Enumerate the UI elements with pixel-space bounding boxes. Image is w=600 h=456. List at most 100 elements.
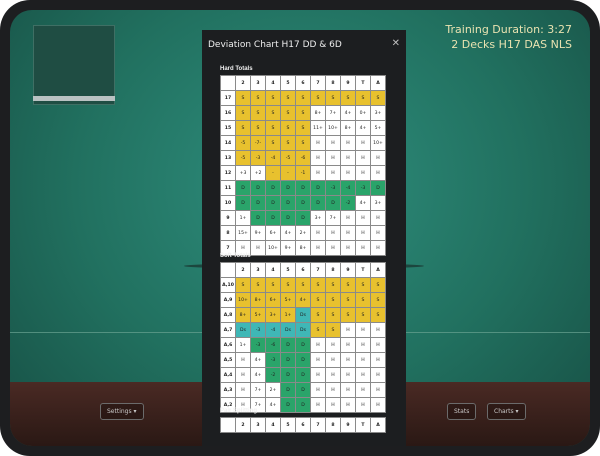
chart-cell: S — [325, 307, 341, 323]
chart-cell: -3 — [265, 352, 281, 368]
chart-cell: H — [370, 150, 386, 166]
chart-cell: S — [325, 292, 341, 308]
chart-cell: 4+ — [250, 352, 266, 368]
chart-cell: -4 — [265, 150, 281, 166]
pair-splitting-section: Pair Splitting 23456789TA — [220, 408, 386, 433]
chart-cell: H — [325, 367, 341, 383]
chart-cell: D — [250, 195, 266, 211]
table-header-row: 23456789TA — [220, 75, 386, 91]
header-cell: 8 — [325, 262, 341, 278]
chart-cell: Ds — [295, 307, 311, 323]
chart-cell: H — [370, 382, 386, 398]
chart-cell: H — [325, 225, 341, 241]
header-cell: 9 — [340, 75, 356, 91]
settings-button[interactable]: Settings ▾ — [100, 403, 144, 420]
chart-cell: S — [280, 90, 296, 106]
row-label: 16 — [220, 105, 236, 121]
table-row: A,7 Ds -3 -4 Ds Ds S S H H H — [220, 322, 386, 338]
chart-cell: -2 — [265, 367, 281, 383]
header-cell: 6 — [295, 417, 311, 433]
row-label: A,5 — [220, 352, 236, 368]
chart-cell: D — [295, 195, 311, 211]
header-cell — [220, 262, 236, 278]
chart-cell: 9+ — [250, 225, 266, 241]
table-row: 8 15+ 9+ 6+ 4+ 2+ H H H H H — [220, 225, 386, 241]
chart-cell: 8+ — [235, 307, 251, 323]
chart-cell: 8+ — [310, 105, 326, 121]
chart-cell: S — [355, 90, 371, 106]
chart-cell: S — [280, 120, 296, 136]
chart-cell: S — [340, 307, 356, 323]
chart-cell: H — [370, 367, 386, 383]
header-cell: 5 — [280, 417, 296, 433]
table-row: 12 +3 +2- - -1 H H H H H — [220, 165, 386, 181]
header-cell: 2 — [235, 417, 251, 433]
chart-cell: S — [265, 105, 281, 121]
chart-cell: D — [250, 180, 266, 196]
chart-cell: 10+ — [325, 120, 341, 136]
chart-cell: H — [340, 135, 356, 151]
table-row: A,10 S S S S S S S S S S — [220, 277, 386, 293]
chart-cell: D — [235, 195, 251, 211]
charts-button[interactable]: Charts ▾ — [487, 403, 526, 420]
chart-cell: H — [340, 382, 356, 398]
chart-cell: 4+ — [340, 105, 356, 121]
chart-cell: S — [340, 277, 356, 293]
chart-cell: 1+ — [235, 337, 251, 353]
header-cell: 9 — [340, 262, 356, 278]
chart-cell: H — [340, 150, 356, 166]
chart-cell: D — [295, 210, 311, 226]
header-cell — [220, 75, 236, 91]
chart-cell: Ds — [280, 322, 296, 338]
header-cell: 5 — [280, 262, 296, 278]
chart-cell: S — [295, 120, 311, 136]
chart-cell: D — [265, 210, 281, 226]
chart-cell: -2 — [340, 195, 356, 211]
chart-cell: 4+ — [355, 195, 371, 211]
chart-cell: 8+ — [250, 292, 266, 308]
chart-cell: H — [355, 135, 371, 151]
header-cell: 5 — [280, 75, 296, 91]
row-label: 11 — [220, 180, 236, 196]
header-cell: 6 — [295, 262, 311, 278]
close-icon[interactable]: ✕ — [392, 38, 400, 49]
chart-cell: S — [265, 120, 281, 136]
chart-cell: 1+ — [235, 210, 251, 226]
chart-cell: H — [355, 337, 371, 353]
table-header-row: 23456789TA — [220, 417, 386, 433]
chart-cell: H — [325, 382, 341, 398]
chart-cell: 4+ — [355, 120, 371, 136]
table-row: 11 D D D D D D -3 -4 -3 D — [220, 180, 386, 196]
chart-cell: -4 — [265, 322, 281, 338]
table-row: 13 -5 -3 -4 -5 -6 H H H H H — [220, 150, 386, 166]
chart-cell: -3 — [250, 337, 266, 353]
row-label: A,7 — [220, 322, 236, 338]
chart-cell: - — [280, 165, 296, 181]
chart-cell: H — [355, 367, 371, 383]
chart-cell: S — [325, 322, 341, 338]
header-cell: T — [355, 262, 371, 278]
table-row: A,6 1+ -3 -6 D D H H H H H — [220, 337, 386, 353]
chart-cell: 10+ — [235, 292, 251, 308]
row-label: A,9 — [220, 292, 236, 308]
chart-cell: H — [370, 165, 386, 181]
chart-cell: -5 — [280, 150, 296, 166]
chart-cell: H — [235, 352, 251, 368]
chart-cell: -4 — [340, 180, 356, 196]
chart-cell: H — [340, 337, 356, 353]
table-row: A,5 H 4+ -3 D D H H H H H — [220, 352, 386, 368]
pair-splitting-title: Pair Splitting — [220, 408, 258, 414]
header-cell: T — [355, 417, 371, 433]
game-screen: Training Duration: 3:27 2 Decks H17 DAS … — [10, 10, 590, 446]
chart-cell: H — [340, 165, 356, 181]
chart-cell: H — [355, 382, 371, 398]
chart-cell: H — [310, 367, 326, 383]
chart-cell: S — [325, 90, 341, 106]
row-label: 13 — [220, 150, 236, 166]
header-cell: 9 — [340, 417, 356, 433]
chart-cell: S — [295, 277, 311, 293]
stats-button[interactable]: Stats — [447, 403, 477, 420]
table-row: A,8 8+ 5+ 3+ 1+ Ds S S S S S — [220, 307, 386, 323]
video-thumbnail[interactable] — [33, 25, 115, 105]
chart-cell: -5 — [235, 150, 251, 166]
